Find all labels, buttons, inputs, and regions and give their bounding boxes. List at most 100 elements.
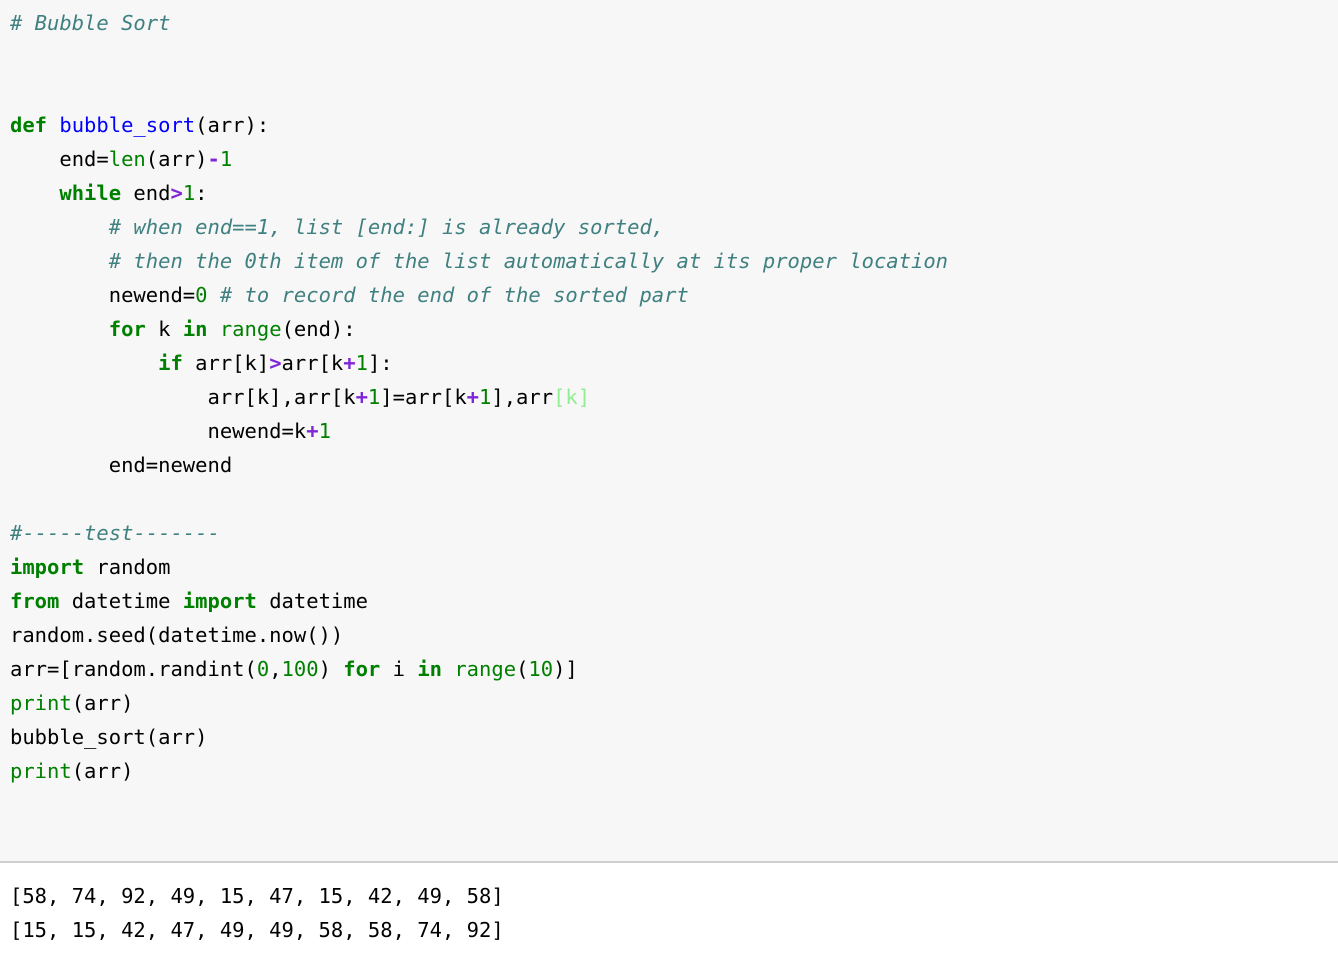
- code-token-err: [k]: [553, 385, 591, 409]
- code-token-kw: in: [417, 657, 442, 681]
- code-token-com: # Bubble Sort: [10, 11, 171, 35]
- code-line[interactable]: [10, 40, 1338, 74]
- code-line[interactable]: # when end==1, list [end:] is already so…: [10, 210, 1338, 244]
- code-line[interactable]: newend=k+1: [10, 414, 1338, 448]
- code-token-txt: (end):: [281, 317, 356, 341]
- code-token-opw: -: [207, 147, 220, 171]
- code-token-txt: arr[k]: [182, 351, 270, 375]
- code-token-txt: arr=[random.randint(: [10, 657, 257, 681]
- code-line[interactable]: #-----test-------: [10, 516, 1338, 550]
- code-token-bin: range: [454, 657, 517, 681]
- code-token-txt: ]:: [367, 351, 393, 375]
- code-token-bin: print: [10, 691, 72, 715]
- cell-output-area: [58, 74, 92, 49, 15, 47, 15, 42, 49, 58]…: [0, 863, 1338, 964]
- code-token-txt: ): [318, 657, 344, 681]
- code-token-txt: datetime: [59, 589, 183, 613]
- code-token-fn: bubble_sort: [59, 113, 196, 137]
- code-line[interactable]: if arr[k]>arr[k+1]:: [10, 346, 1338, 380]
- code-editor-area[interactable]: # Bubble Sort def bubble_sort(arr): end=…: [0, 0, 1338, 863]
- code-token-com: # then the 0th item of the list automati…: [108, 249, 949, 273]
- code-token-txt: bubble_sort(arr): [10, 725, 208, 749]
- code-token-com: # when end==1, list [end:] is already so…: [108, 215, 665, 239]
- code-token-txt: end: [121, 181, 171, 205]
- code-token-num: 1: [219, 147, 233, 171]
- code-token-txt: ],arr: [491, 385, 554, 409]
- code-token-txt: (arr): [145, 147, 208, 171]
- code-token-kw: if: [158, 351, 183, 375]
- code-token-opw: >: [170, 181, 183, 205]
- code-line[interactable]: arr[k],arr[k+1]=arr[k+1],arr[k]: [10, 380, 1338, 414]
- code-token-txt: (arr): [71, 691, 134, 715]
- code-token-txt: k: [145, 317, 183, 341]
- code-line[interactable]: # Bubble Sort: [10, 6, 1338, 40]
- code-token-num: 1: [479, 385, 492, 409]
- code-token-opw: +: [343, 351, 356, 375]
- code-line[interactable]: end=newend: [10, 448, 1338, 482]
- code-token-kw: for: [108, 317, 146, 341]
- code-token-txt: (arr):: [195, 113, 270, 137]
- code-token-kw: import: [182, 589, 257, 613]
- code-token-num: 0: [256, 657, 270, 681]
- output-line: [15, 15, 42, 47, 49, 49, 58, 58, 74, 92]: [10, 918, 504, 942]
- code-token-txt: end=newend: [10, 453, 233, 477]
- code-line[interactable]: def bubble_sort(arr):: [10, 108, 1338, 142]
- code-token-kw: in: [182, 317, 208, 341]
- code-line[interactable]: print(arr): [10, 686, 1338, 720]
- code-token-num: 1: [355, 351, 368, 375]
- code-line[interactable]: for k in range(end):: [10, 312, 1338, 346]
- code-token-kw: while: [59, 181, 122, 205]
- code-token-com: # to record the end of the sorted part: [219, 283, 689, 307]
- code-line[interactable]: import random: [10, 550, 1338, 584]
- code-token-kw: for: [343, 657, 381, 681]
- code-token-txt: (arr): [71, 759, 134, 783]
- code-token-num: 10: [528, 657, 554, 681]
- code-token-num: 100: [281, 657, 319, 681]
- code-line[interactable]: end=len(arr)-1: [10, 142, 1338, 176]
- code-line-list[interactable]: # Bubble Sort def bubble_sort(arr): end=…: [10, 6, 1338, 788]
- code-line[interactable]: [10, 482, 1338, 516]
- code-token-kw: import: [10, 555, 85, 579]
- code-token-txt: :: [195, 181, 208, 205]
- code-line[interactable]: from datetime import datetime: [10, 584, 1338, 618]
- code-line[interactable]: [10, 74, 1338, 108]
- code-line[interactable]: random.seed(datetime.now()): [10, 618, 1338, 652]
- code-token-txt: arr[k: [281, 351, 344, 375]
- code-line[interactable]: newend=0 # to record the end of the sort…: [10, 278, 1338, 312]
- code-token-opw: +: [306, 419, 319, 443]
- code-token-opw: >: [269, 351, 282, 375]
- code-token-txt: arr[k],arr[k: [10, 385, 356, 409]
- code-token-bin: print: [10, 759, 72, 783]
- code-token-txt: newend=: [10, 283, 196, 307]
- code-line[interactable]: while end>1:: [10, 176, 1338, 210]
- code-token-txt: newend=k: [10, 419, 307, 443]
- code-token-txt: random: [84, 555, 171, 579]
- code-token-txt: i: [380, 657, 418, 681]
- code-token-txt: datetime: [256, 589, 368, 613]
- code-token-kw: from: [10, 589, 60, 613]
- code-token-kw: def: [10, 113, 48, 137]
- code-line[interactable]: # then the 0th item of the list automati…: [10, 244, 1338, 278]
- code-token-txt: (: [516, 657, 529, 681]
- code-token-opw: +: [466, 385, 480, 409]
- code-token-txt: end=: [10, 147, 109, 171]
- code-token-num: 1: [182, 181, 196, 205]
- code-token-txt: random.seed(datetime.now()): [10, 623, 344, 647]
- code-token-num: 1: [367, 385, 381, 409]
- code-line[interactable]: print(arr): [10, 754, 1338, 788]
- code-token-txt: )]: [553, 657, 578, 681]
- code-line[interactable]: bubble_sort(arr): [10, 720, 1338, 754]
- code-token-com: #-----test-------: [10, 521, 220, 545]
- code-line[interactable]: arr=[random.randint(0,100) for i in rang…: [10, 652, 1338, 686]
- code-token-bin: len: [108, 147, 146, 171]
- code-token-txt: ,: [269, 657, 282, 681]
- output-line-list: [58, 74, 92, 49, 15, 47, 15, 42, 49, 58]…: [10, 879, 1338, 947]
- notebook-code-cell: # Bubble Sort def bubble_sort(arr): end=…: [0, 0, 1338, 964]
